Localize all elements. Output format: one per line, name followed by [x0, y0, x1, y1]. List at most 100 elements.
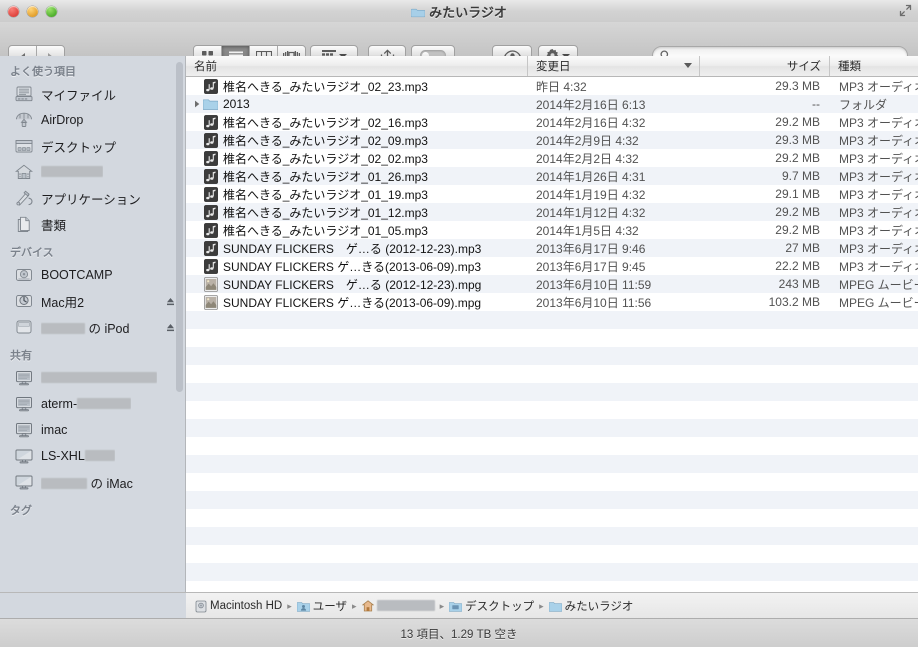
- sidebar-item-label: アプリケーション: [41, 192, 141, 207]
- empty-row: [186, 311, 918, 329]
- path-separator-icon: ▸: [539, 600, 544, 611]
- sidebar-item-AirDrop[interactable]: AirDrop: [0, 107, 185, 133]
- column-header-date[interactable]: 変更日: [528, 56, 700, 76]
- cell-name: 椎名へきる_みたいラジオ_02_16.mp3: [186, 114, 528, 131]
- cell-size: 9.7 MB: [781, 169, 820, 183]
- sidebar-item-aterm-[interactable]: aterm-: [0, 391, 185, 417]
- window-title: みたいラジオ: [0, 0, 918, 22]
- path-segment-label: みたいラジオ: [564, 601, 634, 613]
- file-name: 椎名へきる_みたいラジオ_02_16.mp3: [223, 115, 428, 130]
- cell-date: 2014年2月2日 4:32: [536, 151, 639, 166]
- sidebar-item-imac[interactable]: imac: [0, 417, 185, 443]
- column-header-name[interactable]: 名前: [186, 56, 528, 76]
- file-name: 椎名へきる_みたいラジオ_01_19.mp3: [223, 187, 428, 202]
- path-segment-Macintosh HD[interactable]: Macintosh HD: [195, 600, 282, 613]
- cell-kind: MP3 オーディオ: [839, 169, 918, 184]
- harddisk-icon: [195, 600, 207, 613]
- column-headers: 名前 変更日 サイズ 種類: [186, 56, 918, 77]
- documents-icon: [14, 215, 34, 233]
- sidebar-item-label: AirDrop: [41, 113, 84, 127]
- desktop-folder-icon: [449, 601, 463, 612]
- cell-date: 2014年1月12日 4:32: [536, 205, 646, 220]
- table-row[interactable]: SUNDAY FLICKERS ゲ…る (2012-12-23).mp3 2013…: [186, 239, 918, 257]
- sidebar-item-BOOTCAMP[interactable]: BOOTCAMP: [0, 262, 185, 288]
- sidebar-item-アプリケーション[interactable]: アプリケーション: [0, 185, 185, 211]
- sidebar-item-書類[interactable]: 書類: [0, 211, 185, 237]
- cell-size: 29.3 MB: [775, 133, 820, 147]
- empty-row: [186, 581, 918, 592]
- file-name: 椎名へきる_みたいラジオ_01_12.mp3: [223, 205, 428, 220]
- sidebar-item-label: 書類: [41, 218, 67, 233]
- table-row[interactable]: 椎名へきる_みたいラジオ_02_16.mp3 2014年2月16日 4:32 29.…: [186, 113, 918, 131]
- sidebar-item-redacted[interactable]: [0, 159, 185, 185]
- path-segment-label: [376, 599, 435, 613]
- table-row[interactable]: 2013 2014年2月16日 6:13 -- フォルダ: [186, 95, 918, 113]
- empty-row: [186, 419, 918, 437]
- table-row[interactable]: 椎名へきる_みたいラジオ_01_19.mp3 2014年1月19日 4:32 29.…: [186, 185, 918, 203]
- cell-size: 29.2 MB: [775, 205, 820, 219]
- cell-kind: MPEG ムービー: [839, 295, 918, 310]
- path-segment-デスクトップ[interactable]: デスクトップ: [449, 598, 534, 614]
- folder-icon: [410, 6, 426, 17]
- sidebar-item-マイファイル[interactable]: マイファイル: [0, 81, 185, 107]
- table-row[interactable]: SUNDAY FLICKERS ゲ…きる(2013-06-09).mp3 2013…: [186, 257, 918, 275]
- path-bar[interactable]: Macintosh HD ▸ ユーザ ▸ ▸ デスクトップ ▸ みたいラジオ: [186, 592, 918, 619]
- sidebar-item-label-text: の iPod: [85, 321, 130, 336]
- sidebar-item-Mac用2[interactable]: Mac用2: [0, 288, 185, 314]
- file-name: SUNDAY FLICKERS ゲ…る (2012-12-23).mpg: [223, 277, 482, 292]
- mp3-file-icon: [203, 114, 218, 130]
- path-segment-みたいラジオ[interactable]: みたいラジオ: [548, 598, 634, 614]
- table-row[interactable]: SUNDAY FLICKERS ゲ…きる(2013-06-09).mpg 2013…: [186, 293, 918, 311]
- table-row[interactable]: 椎名へきる_みたいラジオ_02_23.mp3 昨日 4:32 29.3 MB MP3 …: [186, 77, 918, 95]
- sidebar-item-LS-XHL[interactable]: LS-XHL: [0, 443, 185, 469]
- cell-size: 29.1 MB: [775, 187, 820, 201]
- redacted-text: [41, 166, 103, 177]
- column-header-size[interactable]: サイズ: [700, 56, 830, 76]
- cell-name: 椎名へきる_みたいラジオ_02_09.mp3: [186, 132, 528, 149]
- sidebar-item-の iPod[interactable]: の iPod: [0, 314, 185, 340]
- eject-icon[interactable]: [166, 296, 175, 306]
- cell-date: 2014年2月16日 4:32: [536, 115, 646, 130]
- computer-icon: [14, 369, 34, 387]
- eject-icon[interactable]: [166, 322, 175, 332]
- column-header-name-label: 名前: [194, 61, 217, 73]
- timemachine-icon: [14, 292, 34, 310]
- sidebar-scrollbar[interactable]: [176, 62, 183, 392]
- sidebar-item-デスクトップ[interactable]: デスクトップ: [0, 133, 185, 159]
- path-segment-label: デスクトップ: [465, 601, 535, 613]
- table-row[interactable]: SUNDAY FLICKERS ゲ…る (2012-12-23).mpg 2013…: [186, 275, 918, 293]
- mp3-file-icon: [203, 168, 218, 184]
- sidebar-item-の iMac[interactable]: の iMac: [0, 469, 185, 495]
- cell-kind: MP3 オーディオ: [839, 115, 918, 130]
- sidebar-item-label-text: の iMac: [87, 476, 133, 491]
- empty-row: [186, 473, 918, 491]
- computer-icon: [14, 421, 34, 439]
- sidebar-section-header: タグ: [10, 505, 32, 517]
- file-rows[interactable]: 椎名へきる_みたいラジオ_02_23.mp3 昨日 4:32 29.3 MB MP3 …: [186, 77, 918, 592]
- table-row[interactable]: 椎名へきる_みたいラジオ_02_02.mp3 2014年2月2日 4:32 29.2…: [186, 149, 918, 167]
- file-name: 2013: [223, 97, 250, 111]
- file-name: SUNDAY FLICKERS ゲ…きる(2013-06-09).mp3: [223, 259, 482, 274]
- table-row[interactable]: 椎名へきる_みたいラジオ_02_09.mp3 2014年2月9日 4:32 29.3…: [186, 131, 918, 149]
- empty-row: [186, 527, 918, 545]
- cell-size: 29.3 MB: [775, 79, 820, 93]
- table-row[interactable]: 椎名へきる_みたいラジオ_01_05.mp3 2014年1月5日 4:32 29.2…: [186, 221, 918, 239]
- fullscreen-icon[interactable]: [899, 4, 912, 17]
- path-segment-redacted[interactable]: [361, 599, 435, 613]
- path-separator-icon: ▸: [352, 600, 357, 611]
- disclosure-triangle-icon[interactable]: [192, 100, 202, 108]
- cell-date: 2014年1月26日 4:31: [536, 169, 646, 184]
- path-segment-ユーザ[interactable]: ユーザ: [296, 598, 347, 614]
- table-row[interactable]: 椎名へきる_みたいラジオ_01_26.mp3 2014年1月26日 4:31 9.7…: [186, 167, 918, 185]
- sidebar[interactable]: よく使う項目 マイファイル AirDrop デスクトップ アプリケーション 書類 デバイス B…: [0, 56, 186, 592]
- cell-kind: MP3 オーディオ: [839, 241, 918, 256]
- column-header-kind[interactable]: 種類: [830, 56, 918, 76]
- cell-kind: フォルダ: [839, 97, 888, 112]
- sidebar-item-redacted[interactable]: [0, 365, 185, 391]
- file-name: 椎名へきる_みたいラジオ_02_09.mp3: [223, 133, 428, 148]
- redacted-text: [41, 322, 85, 334]
- sidebar-item-label: マイファイル: [41, 88, 117, 103]
- empty-row: [186, 509, 918, 527]
- sidebar-footer: [0, 592, 187, 619]
- table-row[interactable]: 椎名へきる_みたいラジオ_01_12.mp3 2014年1月12日 4:32 29.…: [186, 203, 918, 221]
